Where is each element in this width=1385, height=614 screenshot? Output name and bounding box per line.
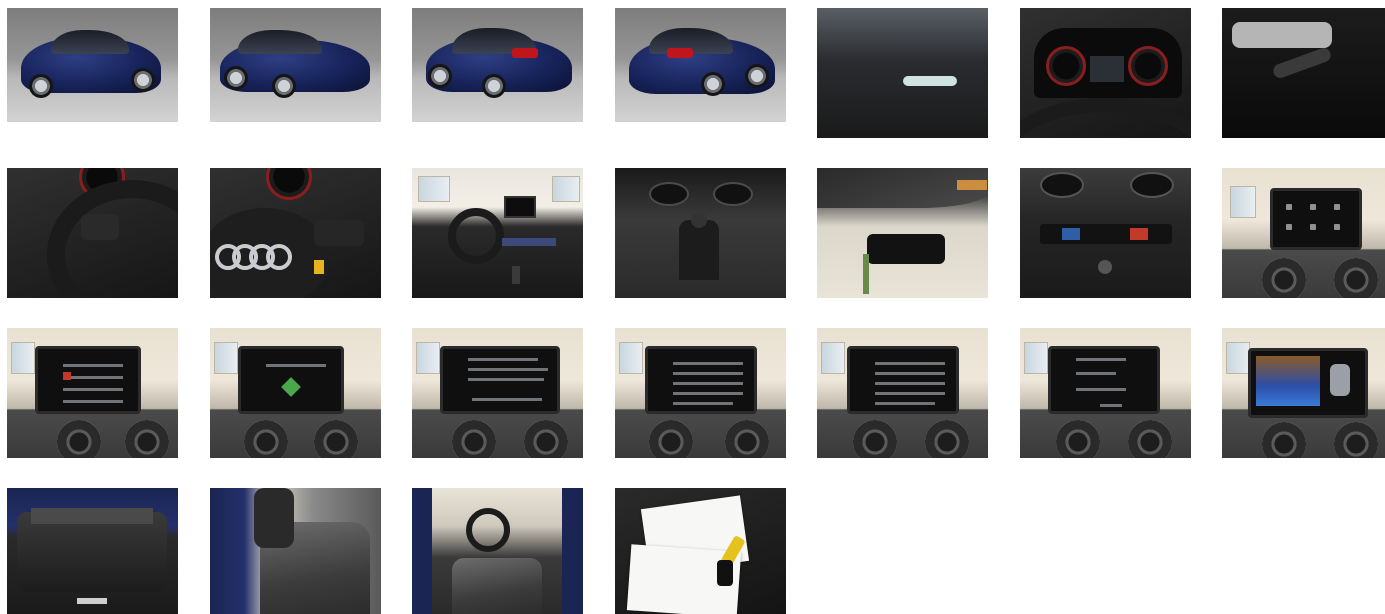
gallery-photo-21[interactable] [1222, 328, 1385, 458]
gallery-photo-4[interactable] [614, 8, 786, 122]
gallery-photo-5[interactable] [817, 8, 988, 138]
photo-gallery [7, 8, 1385, 614]
gallery-photo-1[interactable] [7, 8, 178, 122]
gallery-photo-3[interactable] [412, 8, 583, 122]
gallery-photo-18[interactable] [614, 328, 786, 458]
gallery-photo-7[interactable] [1222, 8, 1385, 138]
gallery-photo-16[interactable] [209, 328, 381, 458]
gallery-photo-20[interactable] [1019, 328, 1191, 458]
gallery-photo-9[interactable] [209, 168, 381, 298]
gallery-photo-10[interactable] [412, 168, 583, 298]
gallery-photo-17[interactable] [412, 328, 583, 458]
gallery-photo-24[interactable] [412, 488, 583, 614]
gallery-photo-13[interactable] [1019, 168, 1191, 298]
gallery-photo-2[interactable] [209, 8, 381, 122]
gallery-photo-15[interactable] [7, 328, 178, 458]
gallery-photo-23[interactable] [209, 488, 381, 614]
gallery-photo-12[interactable] [817, 168, 988, 298]
gallery-photo-14[interactable] [1222, 168, 1385, 298]
gallery-photo-19[interactable] [817, 328, 988, 458]
gallery-photo-11[interactable] [614, 168, 786, 298]
gallery-photo-22[interactable] [7, 488, 178, 614]
photo-gallery-page [0, 0, 1385, 614]
gallery-photo-6[interactable] [1019, 8, 1191, 138]
gallery-photo-8[interactable] [7, 168, 178, 298]
gallery-photo-25[interactable] [614, 488, 786, 614]
